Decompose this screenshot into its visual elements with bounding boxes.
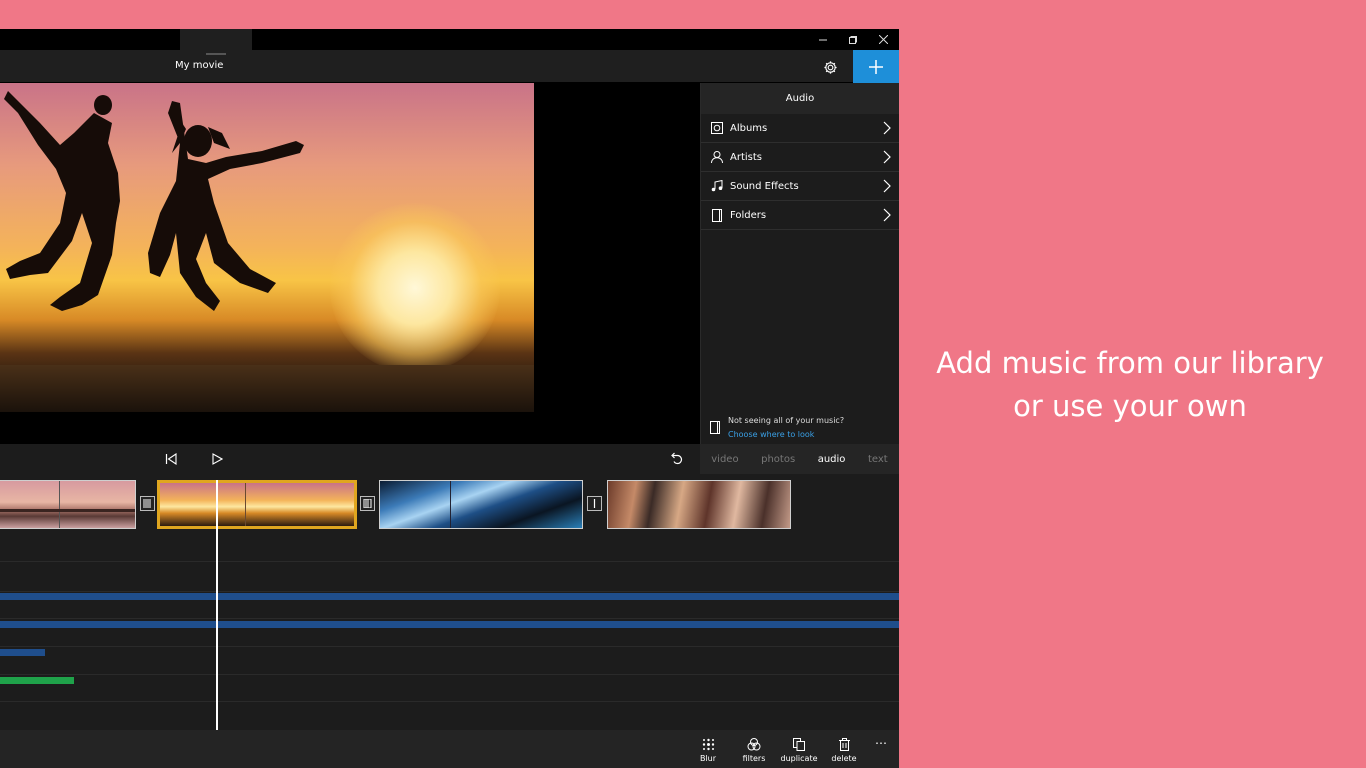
close-icon[interactable] — [868, 29, 898, 50]
filters-icon — [747, 738, 761, 751]
drag-handle[interactable] — [180, 29, 252, 58]
album-icon — [710, 122, 723, 135]
tab-text[interactable]: text — [868, 454, 888, 465]
panel-item-folders[interactable]: Folders — [701, 201, 899, 230]
skip-to-start-icon[interactable] — [162, 450, 180, 468]
blur-label: Blur — [699, 754, 717, 763]
video-editor-window: My movie Audio Albums Artists Sound Effe… — [0, 29, 899, 768]
audio-track-2[interactable] — [0, 621, 899, 628]
panel-item-label: Sound Effects — [730, 180, 799, 192]
transition-icon[interactable] — [140, 496, 155, 511]
chevron-right-icon — [883, 179, 891, 196]
duplicate-button[interactable]: duplicate — [779, 738, 819, 763]
media-tabs: video photos audio text — [700, 444, 899, 474]
choose-where-link[interactable]: Choose where to look — [728, 430, 844, 439]
folder-icon — [710, 208, 723, 222]
text-track[interactable] — [0, 677, 74, 684]
panel-item-sound-effects[interactable]: Sound Effects — [701, 172, 899, 201]
timeline-clip-jumping-sunset-selected[interactable] — [157, 480, 357, 529]
blur-button[interactable]: Blur — [688, 738, 728, 763]
panel-item-label: Folders — [730, 209, 767, 221]
person-icon — [710, 151, 723, 164]
lane-divider — [0, 618, 899, 619]
restore-icon[interactable] — [838, 29, 868, 50]
tab-audio[interactable]: audio — [818, 454, 846, 465]
more-options-icon[interactable]: ⋯ — [875, 736, 887, 750]
trash-icon — [838, 738, 850, 751]
delete-label: delete — [831, 754, 857, 763]
promo-caption: Add music from our library or use your o… — [910, 342, 1350, 428]
timeline-clip-pier-sunset[interactable] — [0, 480, 136, 529]
panel-title: Audio — [701, 83, 899, 114]
blur-icon — [702, 738, 714, 751]
video-preview[interactable] — [0, 83, 700, 444]
project-title[interactable]: My movie — [175, 60, 223, 71]
chevron-right-icon — [883, 208, 891, 225]
panel-item-albums[interactable]: Albums — [701, 114, 899, 143]
playhead[interactable] — [216, 480, 218, 730]
panel-item-label: Albums — [730, 122, 768, 134]
plus-icon — [869, 59, 883, 74]
silhouettes — [4, 91, 304, 311]
tab-video[interactable]: video — [711, 454, 738, 465]
add-button[interactable] — [853, 50, 899, 83]
minimize-icon[interactable] — [808, 29, 838, 50]
panel-item-artists[interactable]: Artists — [701, 143, 899, 172]
lane-divider — [0, 701, 899, 702]
music-note-icon — [710, 180, 723, 193]
preview-image-jumping-people-sunset — [0, 83, 534, 412]
play-icon[interactable] — [208, 450, 226, 468]
transition-icon[interactable] — [587, 496, 602, 511]
not-seeing-text: Not seeing all of your music? — [728, 416, 845, 425]
caption-line-1: Add music from our library — [936, 346, 1324, 380]
folder-icon — [710, 419, 720, 439]
lane-divider — [0, 674, 899, 675]
duplicate-label: duplicate — [780, 754, 818, 763]
not-seeing-music-notice: Not seeing all of your music? Choose whe… — [710, 416, 844, 439]
delete-button[interactable]: delete — [824, 738, 864, 763]
audio-track-1[interactable] — [0, 593, 899, 600]
playback-controls — [0, 444, 700, 474]
app-header: My movie — [0, 50, 899, 83]
filters-label: filters — [742, 754, 766, 763]
tab-photos[interactable]: photos — [761, 454, 795, 465]
timeline-clip-blue-crowd[interactable] — [379, 480, 583, 529]
duplicate-icon — [793, 738, 805, 751]
stage: My movie Audio Albums Artists Sound Effe… — [0, 0, 1366, 768]
caption-line-2: or use your own — [1013, 389, 1247, 423]
timeline[interactable] — [0, 474, 899, 730]
bottom-toolbar: Blur filters duplicate delete ⋯ — [0, 730, 899, 768]
title-bar — [0, 29, 899, 50]
lane-divider — [0, 646, 899, 647]
lane-divider — [0, 591, 899, 592]
panel-item-label: Artists — [730, 151, 762, 163]
undo-icon[interactable] — [667, 450, 685, 468]
filters-button[interactable]: filters — [734, 738, 774, 763]
audio-panel: Audio Albums Artists Sound Effects Folde… — [700, 83, 899, 474]
transition-icon[interactable] — [360, 496, 375, 511]
lane-divider — [0, 561, 899, 562]
chevron-right-icon — [883, 150, 891, 167]
gear-icon[interactable] — [820, 58, 840, 76]
chevron-right-icon — [883, 121, 891, 138]
audio-track-3[interactable] — [0, 649, 45, 656]
timeline-clip-concert[interactable] — [607, 480, 791, 529]
